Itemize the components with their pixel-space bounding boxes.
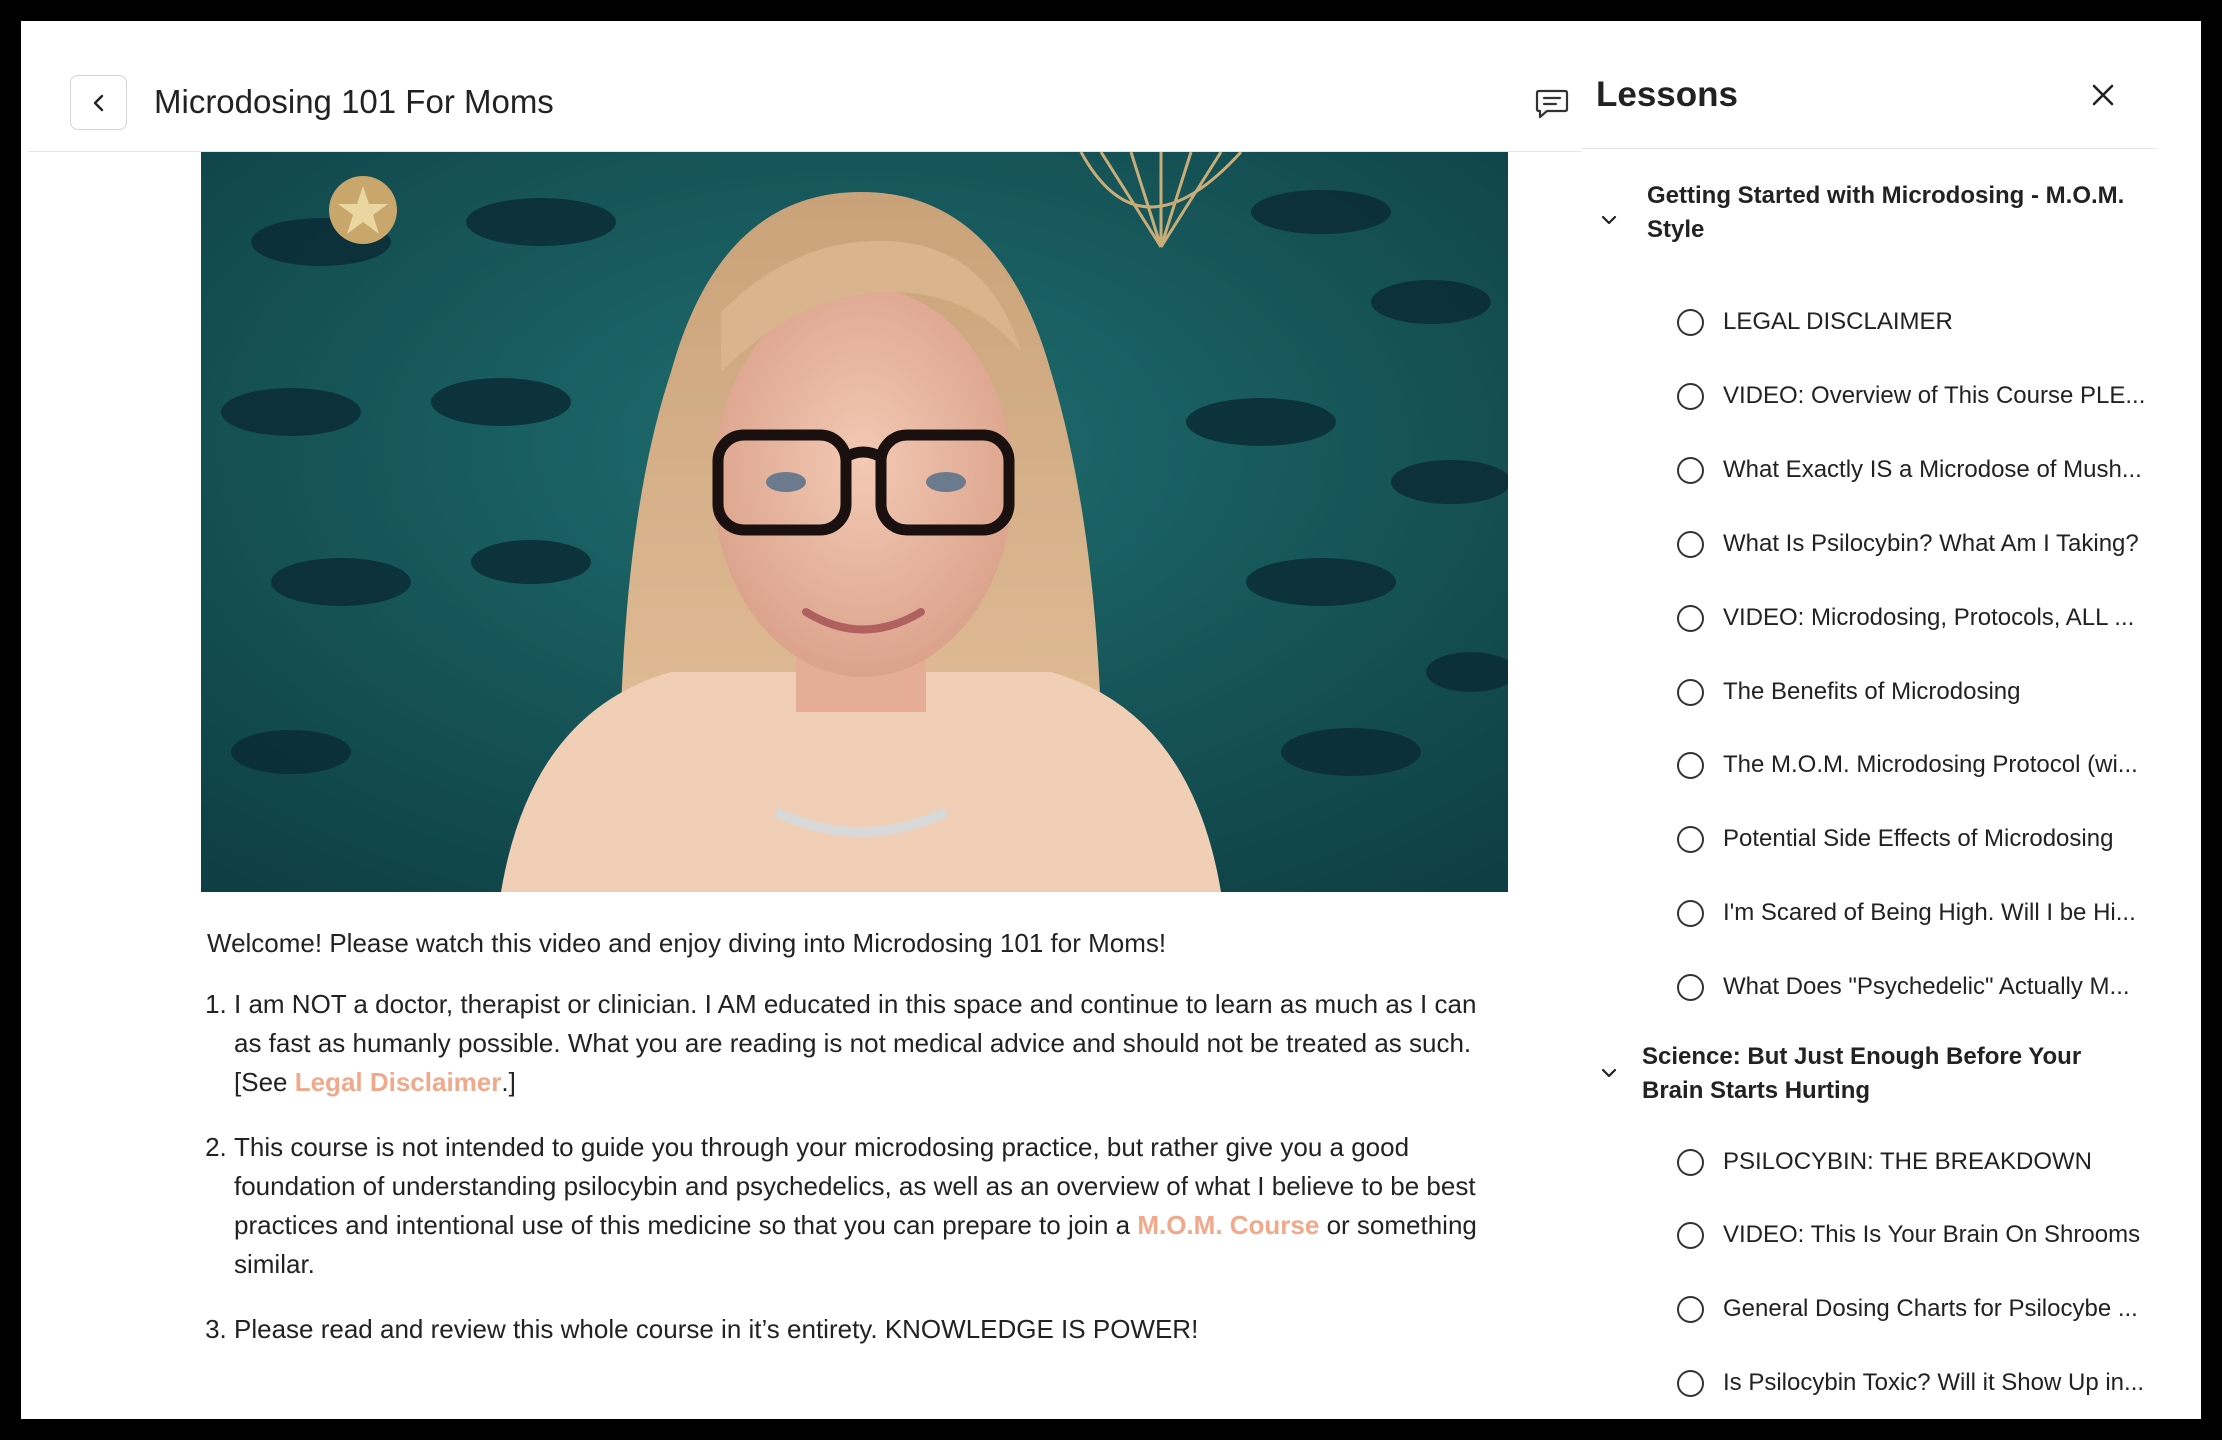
radio-icon bbox=[1677, 1295, 1704, 1323]
lesson-content: Welcome! Please watch this video and enj… bbox=[207, 924, 1507, 1375]
lesson-item[interactable]: I'm Scared of Being High. Will I be Hi..… bbox=[1677, 893, 2157, 933]
lesson-label: I'm Scared of Being High. Will I be Hi..… bbox=[1723, 899, 2136, 926]
radio-icon bbox=[1677, 382, 1704, 410]
lesson-label: The Benefits of Microdosing bbox=[1723, 678, 2021, 705]
lesson-item[interactable]: General Dosing Charts for Psilocybe ... bbox=[1677, 1289, 2157, 1329]
app-window: Microdosing 101 For Moms Welcome! Please… bbox=[21, 21, 2201, 1419]
lesson-label: The M.O.M. Microdosing Protocol (wi... bbox=[1723, 751, 2138, 778]
section-title: Getting Started with Microdosing - M.O.M… bbox=[1647, 182, 2125, 243]
lesson-label: VIDEO: Microdosing, Protocols, ALL ... bbox=[1723, 604, 2135, 631]
lessons-header: Lessons bbox=[1581, 21, 2156, 149]
close-icon bbox=[2092, 84, 2114, 106]
radio-icon bbox=[1677, 530, 1704, 558]
main-panel: Microdosing 101 For Moms Welcome! Please… bbox=[21, 21, 1581, 1419]
close-button[interactable] bbox=[2081, 73, 2125, 117]
radio-icon bbox=[1677, 1221, 1704, 1249]
lesson-label: What Does "Psychedelic" Actually M... bbox=[1723, 973, 2130, 1000]
section-header[interactable]: Getting Started with Microdosing - M.O.M… bbox=[1581, 179, 2181, 259]
radio-icon bbox=[1677, 1369, 1704, 1397]
chevron-left-icon bbox=[93, 94, 103, 111]
intro-item-3-text: Please read and review this whole course… bbox=[234, 1314, 1199, 1344]
comments-button[interactable] bbox=[1530, 81, 1574, 125]
lesson-item[interactable]: VIDEO: This Is Your Brain On Shrooms bbox=[1677, 1215, 2157, 1255]
section-title: Science: But Just Enough Before Your Bra… bbox=[1642, 1043, 2082, 1104]
lesson-item[interactable]: LEGAL DISCLAIMER bbox=[1677, 302, 2157, 342]
lesson-item[interactable]: VIDEO: Overview of This Course PLE... bbox=[1677, 376, 2157, 416]
intro-item-1: I am NOT a doctor, therapist or clinicia… bbox=[234, 985, 1507, 1102]
radio-icon bbox=[1677, 973, 1704, 1001]
comment-icon bbox=[1535, 89, 1569, 119]
course-header: Microdosing 101 For Moms bbox=[28, 21, 1581, 152]
lesson-label: VIDEO: Overview of This Course PLE... bbox=[1723, 382, 2146, 409]
lesson-label: VIDEO: This Is Your Brain On Shrooms bbox=[1723, 1221, 2141, 1248]
chevron-down-icon bbox=[1601, 1068, 1617, 1078]
intro-list: I am NOT a doctor, therapist or clinicia… bbox=[207, 985, 1507, 1349]
lesson-section: Science: But Just Enough Before Your Bra… bbox=[1581, 1040, 2181, 1120]
welcome-text: Welcome! Please watch this video and enj… bbox=[207, 928, 1167, 958]
course-title: Microdosing 101 For Moms bbox=[154, 83, 554, 120]
video-player[interactable] bbox=[201, 152, 1508, 892]
lesson-item[interactable]: The Benefits of Microdosing bbox=[1677, 672, 2157, 712]
lessons-title: Lessons bbox=[1596, 75, 1738, 114]
lesson-item[interactable]: The M.O.M. Microdosing Protocol (wi... bbox=[1677, 745, 2157, 785]
lesson-section: Getting Started with Microdosing - M.O.M… bbox=[1581, 179, 2181, 259]
radio-icon bbox=[1677, 899, 1704, 927]
legal-disclaimer-link[interactable]: Legal Disclaimer bbox=[295, 1067, 502, 1097]
lesson-label: What Is Psilocybin? What Am I Taking? bbox=[1723, 530, 2139, 557]
intro-item-1-end: .] bbox=[501, 1067, 516, 1097]
lessons-sidebar: Lessons Getting Started with Microdosing… bbox=[1581, 21, 2201, 1419]
back-button[interactable] bbox=[70, 75, 127, 130]
lesson-item[interactable]: PSILOCYBIN: THE BREAKDOWN bbox=[1677, 1142, 2157, 1182]
radio-icon bbox=[1677, 604, 1704, 632]
video-frame-image bbox=[201, 152, 1508, 892]
lesson-item[interactable]: What Exactly IS a Microdose of Mush... bbox=[1677, 450, 2157, 490]
lesson-label: What Exactly IS a Microdose of Mush... bbox=[1723, 456, 2142, 483]
section-header[interactable]: Science: But Just Enough Before Your Bra… bbox=[1581, 1040, 2181, 1120]
radio-icon bbox=[1677, 456, 1704, 484]
lesson-label: Is Psilocybin Toxic? Will it Show Up in.… bbox=[1723, 1369, 2145, 1396]
radio-icon bbox=[1677, 1148, 1704, 1176]
intro-item-2: This course is not intended to guide you… bbox=[234, 1128, 1507, 1284]
mom-course-link[interactable]: M.O.M. Course bbox=[1137, 1210, 1319, 1240]
lesson-item[interactable]: What Is Psilocybin? What Am I Taking? bbox=[1677, 524, 2157, 564]
intro-item-3: Please read and review this whole course… bbox=[234, 1310, 1507, 1349]
radio-icon bbox=[1677, 678, 1704, 706]
lesson-label: LEGAL DISCLAIMER bbox=[1723, 308, 1953, 335]
lesson-item[interactable]: What Does "Psychedelic" Actually M... bbox=[1677, 967, 2157, 1007]
lesson-item[interactable]: Is Psilocybin Toxic? Will it Show Up in.… bbox=[1677, 1363, 2157, 1403]
lesson-label: Potential Side Effects of Microdosing bbox=[1723, 825, 2114, 852]
radio-icon bbox=[1677, 308, 1704, 336]
radio-icon bbox=[1677, 825, 1704, 853]
lesson-label: General Dosing Charts for Psilocybe ... bbox=[1723, 1295, 2138, 1322]
chevron-down-icon bbox=[1601, 215, 1617, 225]
lesson-item[interactable]: VIDEO: Microdosing, Protocols, ALL ... bbox=[1677, 598, 2157, 638]
lesson-label: PSILOCYBIN: THE BREAKDOWN bbox=[1723, 1148, 2092, 1175]
lesson-item[interactable]: Potential Side Effects of Microdosing bbox=[1677, 819, 2157, 859]
radio-icon bbox=[1677, 751, 1704, 779]
